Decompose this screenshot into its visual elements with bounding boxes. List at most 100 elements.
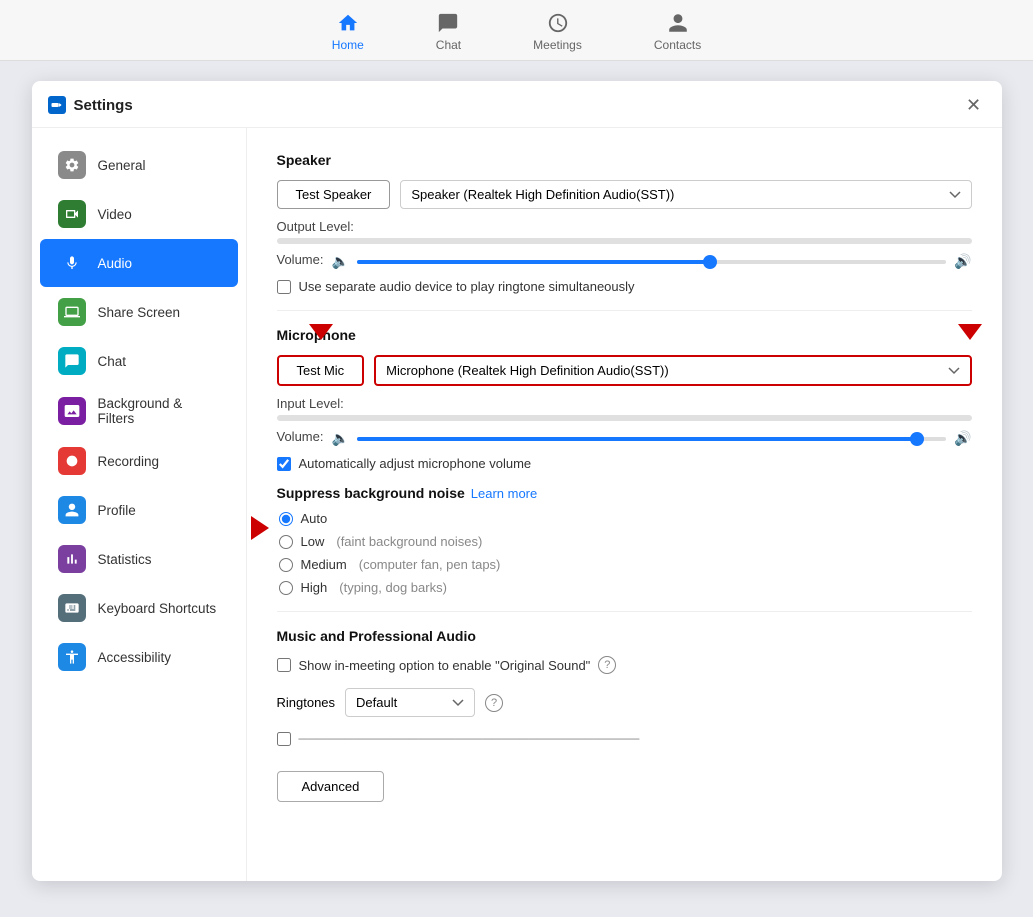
general-icon xyxy=(58,151,86,179)
sidebar-item-keyboard[interactable]: Keyboard Shortcuts xyxy=(40,584,238,632)
bgfilters-icon xyxy=(58,397,86,425)
output-level-label: Output Level: xyxy=(277,219,972,234)
auto-adjust-label: Automatically adjust microphone volume xyxy=(299,456,532,471)
sidebar-statistics-label: Statistics xyxy=(98,552,152,567)
mic-volume-max-icon: 🔊 xyxy=(954,430,971,447)
arrow-mic-indicator xyxy=(309,324,333,340)
sidebar-item-audio[interactable]: Audio xyxy=(40,239,238,287)
suppress-title-row: Suppress background noise Learn more xyxy=(277,485,972,501)
speaker-volume-fill xyxy=(357,260,710,264)
suppress-high-hint: (typing, dog barks) xyxy=(339,580,447,595)
suppress-low-radio[interactable] xyxy=(279,535,293,549)
accessibility-icon xyxy=(58,643,86,671)
settings-window: Settings ✕ General Video xyxy=(32,81,1002,881)
learn-more-link[interactable]: Learn more xyxy=(471,486,537,501)
original-sound-label: Show in-meeting option to enable "Origin… xyxy=(299,658,591,673)
sidebar-item-recording[interactable]: Recording xyxy=(40,437,238,485)
ringtones-help-icon[interactable]: ? xyxy=(485,694,503,712)
partial-checkbox[interactable] xyxy=(277,732,291,746)
nav-meetings-label: Meetings xyxy=(533,38,582,52)
keyboard-icon xyxy=(58,594,86,622)
suppress-auto-label: Auto xyxy=(301,511,328,526)
sidebar-item-bgfilters[interactable]: Background & Filters xyxy=(40,386,238,436)
speaker-volume-label: Volume: xyxy=(277,252,324,267)
arrow-down-dropdown xyxy=(958,324,982,340)
settings-sidebar: General Video Audio xyxy=(32,128,247,881)
suppress-medium-hint: (computer fan, pen taps) xyxy=(359,557,501,572)
sidebar-general-label: General xyxy=(98,158,146,173)
separate-device-label: Use separate audio device to play ringto… xyxy=(299,279,635,294)
suppress-medium-label: Medium xyxy=(301,557,347,572)
sidebar-item-video[interactable]: Video xyxy=(40,190,238,238)
volume-max-icon: 🔊 xyxy=(954,253,971,270)
nav-chat[interactable]: Chat xyxy=(420,8,477,56)
sidebar-recording-label: Recording xyxy=(98,454,160,469)
volume-min-icon: 🔈 xyxy=(331,253,348,270)
speaker-device-row: Test Speaker Speaker (Realtek High Defin… xyxy=(277,180,972,209)
settings-body: General Video Audio xyxy=(32,128,1002,881)
sidebar-item-general[interactable]: General xyxy=(40,141,238,189)
profile-icon xyxy=(58,496,86,524)
sidebar-video-label: Video xyxy=(98,207,132,222)
suppress-high-radio[interactable] xyxy=(279,581,293,595)
arrow-dropdown-indicator xyxy=(958,324,982,340)
settings-content: Speaker Test Speaker Speaker (Realtek Hi… xyxy=(247,128,1002,881)
sidebar-item-chat[interactable]: Chat xyxy=(40,337,238,385)
auto-adjust-checkbox[interactable] xyxy=(277,457,291,471)
sidebar-sharescreen-label: Share Screen xyxy=(98,305,181,320)
settings-title-text: Settings xyxy=(74,97,133,114)
speaker-section-title: Speaker xyxy=(277,152,972,168)
test-mic-button[interactable]: Test Mic xyxy=(277,355,365,386)
suppress-options: Auto Low (faint background noises) Mediu… xyxy=(279,511,972,595)
separate-device-row: Use separate audio device to play ringto… xyxy=(277,279,972,294)
sidebar-item-statistics[interactable]: Statistics xyxy=(40,535,238,583)
advanced-button[interactable]: Advanced xyxy=(277,771,385,802)
suppress-title: Suppress background noise xyxy=(277,485,465,501)
auto-adjust-row: Automatically adjust microphone volume xyxy=(277,456,972,471)
close-button[interactable]: ✕ xyxy=(962,93,986,117)
speaker-device-select[interactable]: Speaker (Realtek High Definition Audio(S… xyxy=(400,180,971,209)
original-sound-row: Show in-meeting option to enable "Origin… xyxy=(277,656,972,674)
divider-1 xyxy=(277,310,972,311)
input-level-label: Input Level: xyxy=(277,396,972,411)
nav-home[interactable]: Home xyxy=(316,8,380,56)
video-icon xyxy=(58,200,86,228)
partial-checkbox-row: ───────────────────────────────────── xyxy=(277,731,972,751)
nav-home-label: Home xyxy=(332,38,364,52)
nav-meetings[interactable]: Meetings xyxy=(517,8,598,56)
chat-icon xyxy=(437,12,459,34)
sidebar-keyboard-label: Keyboard Shortcuts xyxy=(98,601,217,616)
mic-volume-slider[interactable] xyxy=(357,437,946,441)
speaker-volume-slider[interactable] xyxy=(357,260,946,264)
mic-volume-label: Volume: xyxy=(277,429,324,444)
statistics-icon xyxy=(58,545,86,573)
original-sound-checkbox[interactable] xyxy=(277,658,291,672)
arrow-right-suppress xyxy=(251,516,269,540)
nav-chat-label: Chat xyxy=(436,38,461,52)
suppress-medium-radio[interactable] xyxy=(279,558,293,572)
mic-device-row: Test Mic Microphone (Realtek High Defini… xyxy=(277,355,972,386)
separate-device-checkbox[interactable] xyxy=(277,280,291,294)
ringtones-label: Ringtones xyxy=(277,695,336,710)
suppress-auto-radio[interactable] xyxy=(279,512,293,526)
sidebar-bgfilters-label: Background & Filters xyxy=(98,396,220,426)
mic-volume-fill xyxy=(357,437,917,441)
speaker-volume-row: Volume: 🔈 🔊 xyxy=(277,252,972,271)
original-sound-help-icon[interactable]: ? xyxy=(598,656,616,674)
recording-icon xyxy=(58,447,86,475)
meetings-icon xyxy=(547,12,569,34)
output-level-bar xyxy=(277,238,972,244)
sidebar-item-profile[interactable]: Profile xyxy=(40,486,238,534)
sidebar-item-sharescreen[interactable]: Share Screen xyxy=(40,288,238,336)
test-speaker-button[interactable]: Test Speaker xyxy=(277,180,391,209)
mic-device-select[interactable]: Microphone (Realtek High Definition Audi… xyxy=(374,355,971,386)
suppress-high-row: High (typing, dog barks) xyxy=(279,580,972,595)
mic-volume-thumb xyxy=(910,432,924,446)
arrow-down-mic xyxy=(309,324,333,340)
ringtones-select[interactable]: Default xyxy=(345,688,475,717)
partial-checkbox-label: ───────────────────────────────────── xyxy=(299,731,640,746)
arrow-suppress-indicator xyxy=(251,516,269,540)
nav-contacts[interactable]: Contacts xyxy=(638,8,717,56)
sidebar-item-accessibility[interactable]: Accessibility xyxy=(40,633,238,681)
advanced-section: Advanced xyxy=(277,771,972,802)
